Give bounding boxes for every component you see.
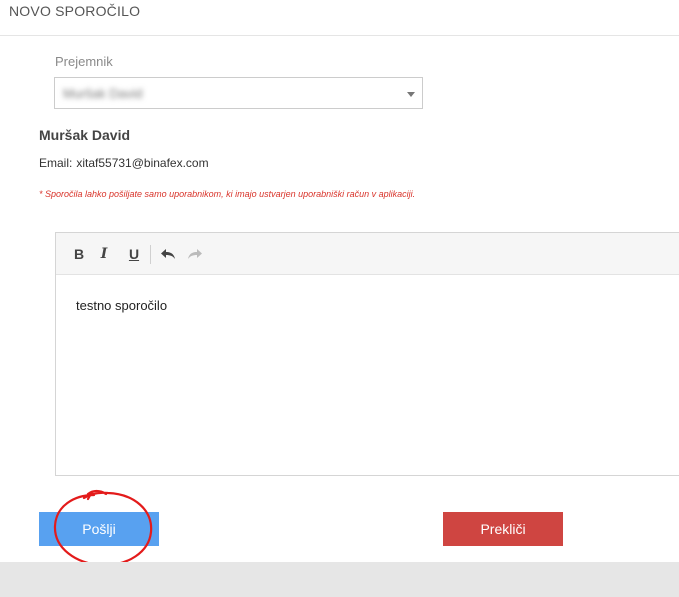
contact-email-line: Email: xitaf55731@binafex.com bbox=[39, 156, 209, 170]
redo-button[interactable] bbox=[186, 244, 204, 264]
message-editor: B I U testno sporočilo bbox=[55, 232, 679, 476]
toolbar-divider bbox=[150, 245, 151, 264]
chevron-down-icon bbox=[407, 92, 415, 97]
bold-button[interactable]: B bbox=[70, 244, 88, 264]
send-button[interactable]: Pošlji bbox=[39, 512, 159, 546]
contact-name: Muršak David bbox=[39, 127, 131, 143]
email-value: xitaf55731@binafex.com bbox=[76, 156, 209, 170]
recipient-label: Prejemnik bbox=[55, 54, 113, 69]
italic-button[interactable]: I bbox=[95, 244, 113, 264]
cancel-button[interactable]: Prekliči bbox=[443, 512, 563, 546]
notice-text: * Sporočila lahko pošiljate samo uporabn… bbox=[39, 189, 416, 199]
editor-content[interactable]: testno sporočilo bbox=[76, 298, 674, 313]
page-title: NOVO SPOROČILO bbox=[9, 3, 141, 19]
undo-button[interactable] bbox=[159, 244, 177, 264]
page-header: NOVO SPOROČILO bbox=[0, 0, 679, 36]
editor-toolbar: B I U bbox=[56, 233, 679, 275]
recipient-selected-value: Muršak David bbox=[63, 86, 143, 101]
email-label: Email: bbox=[39, 156, 73, 170]
recipient-select[interactable]: Muršak David bbox=[54, 77, 423, 109]
page-footer bbox=[0, 562, 679, 597]
underline-button[interactable]: U bbox=[125, 244, 143, 264]
redo-icon bbox=[188, 249, 202, 259]
undo-icon bbox=[161, 249, 175, 259]
